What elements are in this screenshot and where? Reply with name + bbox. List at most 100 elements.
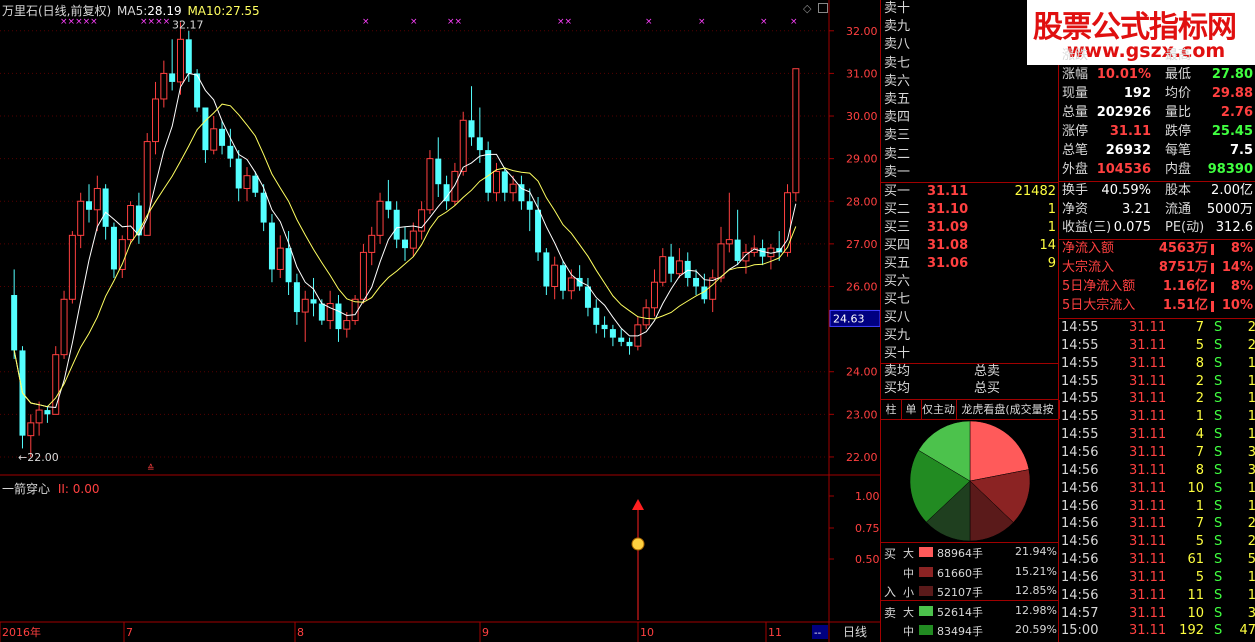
signal-mark: ×: [645, 17, 653, 27]
quote-label: 内盘: [1165, 162, 1192, 177]
flow-row: 小 52107手 12.85%: [899, 581, 1059, 601]
tick-price: 31.11: [1129, 569, 1167, 585]
tick-price: 31.11: [1129, 337, 1167, 353]
stat-label: 收益(三): [1062, 220, 1112, 235]
tab-3[interactable]: 龙虎看盘(成交量按: [956, 400, 1060, 419]
total-sell: 总卖: [974, 363, 1000, 381]
capital-row: 大宗流入 8751万 14%: [1059, 259, 1255, 277]
flow-size: 大: [903, 605, 914, 619]
quote-value: 7.5: [1229, 143, 1253, 158]
square-icon[interactable]: [818, 3, 828, 13]
candle-body: [260, 192, 267, 223]
flow-percent: 12.98%: [1015, 603, 1057, 617]
tick-price: 31.11: [1129, 444, 1167, 460]
buy-level-row: 买四 31.08 14: [881, 237, 1059, 255]
candle-body: [93, 187, 101, 211]
diamond-icon[interactable]: ◇: [803, 2, 811, 15]
quote-value: 27.80: [1211, 67, 1253, 82]
candle-body: [618, 337, 625, 342]
tick-price: 31.11: [1129, 605, 1167, 621]
tick-price: 31.11: [1129, 534, 1167, 550]
tick-count: 5: [1247, 552, 1255, 568]
avg-sell-row: 卖均: [884, 363, 910, 381]
tick-row: 14:56 31.11 11 S 1: [1059, 587, 1255, 605]
capital-flow-table: 净流入额 4563万 8% 大宗流入 8751万 14% 5日净流入额 1.16亿 8% 5日大宗…: [1059, 240, 1255, 316]
buy-level-price: 31.09: [927, 220, 969, 235]
capital-label: 净流入额: [1062, 241, 1115, 256]
tick-time: 14:56: [1061, 569, 1099, 585]
chart-panel[interactable]: 32.00 31.00 30.00 29.00 28.00 27.00 26.00 24.00…: [0, 0, 880, 642]
capital-label: 大宗流入: [1062, 260, 1115, 275]
tick-volume: 5: [1195, 534, 1204, 550]
candle-body: [650, 281, 658, 309]
candle-body: [60, 298, 68, 356]
candle-body: [734, 239, 741, 261]
x-tick-label: 8: [297, 626, 304, 639]
sell-level-row: 卖四: [881, 109, 1059, 127]
indicator-name: 一箭穿心: [2, 482, 51, 496]
tab-2[interactable]: 仅主动: [921, 400, 957, 419]
tick-volume: 4: [1195, 427, 1204, 443]
flow-volume: 52614手: [937, 605, 983, 619]
fund-flow-pie: [909, 420, 1031, 542]
flow-size: 中: [903, 625, 914, 639]
kline-chart[interactable]: 32.00 31.00 30.00 29.00 28.00 27.00 26.00 24.00…: [0, 0, 880, 642]
flow-sell-label: 卖: [884, 606, 897, 620]
tick-side: S: [1214, 569, 1223, 585]
tick-row: 14:55 31.11 1 S 1: [1059, 408, 1255, 426]
tick-price: 31.11: [1129, 320, 1167, 335]
buy-level-row: 买五 31.06 9: [881, 255, 1059, 273]
stat-row: 换手 40.59% 股本 2.00亿: [1059, 182, 1255, 200]
ma10-label: MA10:: [187, 4, 226, 18]
quote-value: 31.11: [1109, 124, 1151, 139]
tick-side: S: [1214, 337, 1223, 353]
quote-value: 192: [1123, 86, 1151, 101]
tick-volume: 7: [1195, 320, 1204, 335]
tick-price: 31.11: [1129, 391, 1167, 407]
quote-value: 10.01%: [1096, 67, 1151, 82]
tick-price: 31.11: [1129, 516, 1167, 532]
quote-row: 现量 192 均价 29.88: [1059, 85, 1255, 103]
candle-body: [409, 230, 417, 249]
candle-body: [593, 307, 600, 325]
quote-label: 总量: [1062, 105, 1089, 120]
tick-price: 31.11: [1129, 427, 1167, 443]
candle-body: [152, 98, 160, 143]
avg-sell-label: 卖均: [884, 364, 911, 379]
tab-1[interactable]: 单: [901, 400, 922, 419]
candle-body: [451, 170, 459, 202]
flow-row: 大 88964手 21.94%: [899, 542, 1059, 562]
quote-value: 2.76: [1220, 105, 1253, 120]
flow-size: 中: [903, 566, 914, 580]
flow-percent: 21.94%: [1015, 545, 1057, 558]
period-label[interactable]: 日线: [843, 625, 867, 639]
candle-body: [285, 248, 292, 283]
quote-value: 29.88: [1211, 86, 1253, 101]
tick-row: 14:56 31.11 61 S 5: [1059, 551, 1255, 569]
quote-value: 98390: [1207, 162, 1253, 177]
candle-body: [301, 298, 309, 313]
candle-body: [485, 150, 492, 193]
quote-row: 涨幅 10.01% 最低 27.80: [1059, 66, 1255, 84]
indicator-value: II: 0.00: [57, 482, 100, 496]
ind-tick-label: 0.75: [855, 522, 880, 535]
buy-level-label: 买三: [884, 220, 911, 235]
stats-table: 换手 40.59% 股本 2.00亿 净资 3.21 流通 5000万 收益(三) 0.075 PE…: [1059, 182, 1255, 238]
candle-body: [276, 247, 284, 270]
avg-buy-row: 买均: [884, 380, 910, 398]
buy-level-row: 买七: [881, 291, 1059, 309]
tab-0[interactable]: 柱: [881, 400, 902, 419]
chart-title: 万里石(日线,前复权) MA5:28.19 MA10:27.55: [2, 2, 260, 19]
buy-level-price: 31.10: [927, 202, 969, 217]
candle-body: [717, 243, 725, 279]
capital-bar: [1211, 263, 1214, 274]
candle-body: [642, 307, 650, 326]
candle-body: [335, 303, 342, 330]
tick-row: 14:56 31.11 7 S 3: [1059, 444, 1255, 462]
flow-swatch: [919, 547, 933, 557]
buy-level-row: 买十: [881, 345, 1059, 363]
candle-body: [543, 252, 550, 287]
tick-list[interactable]: 14:55 31.11 7 S 2 14:55 31.11 5 S 2 14:55 31.11 8 S 1 1…: [1059, 319, 1255, 642]
sell-level-row: 卖一: [881, 164, 1059, 182]
candle-body: [535, 209, 542, 253]
